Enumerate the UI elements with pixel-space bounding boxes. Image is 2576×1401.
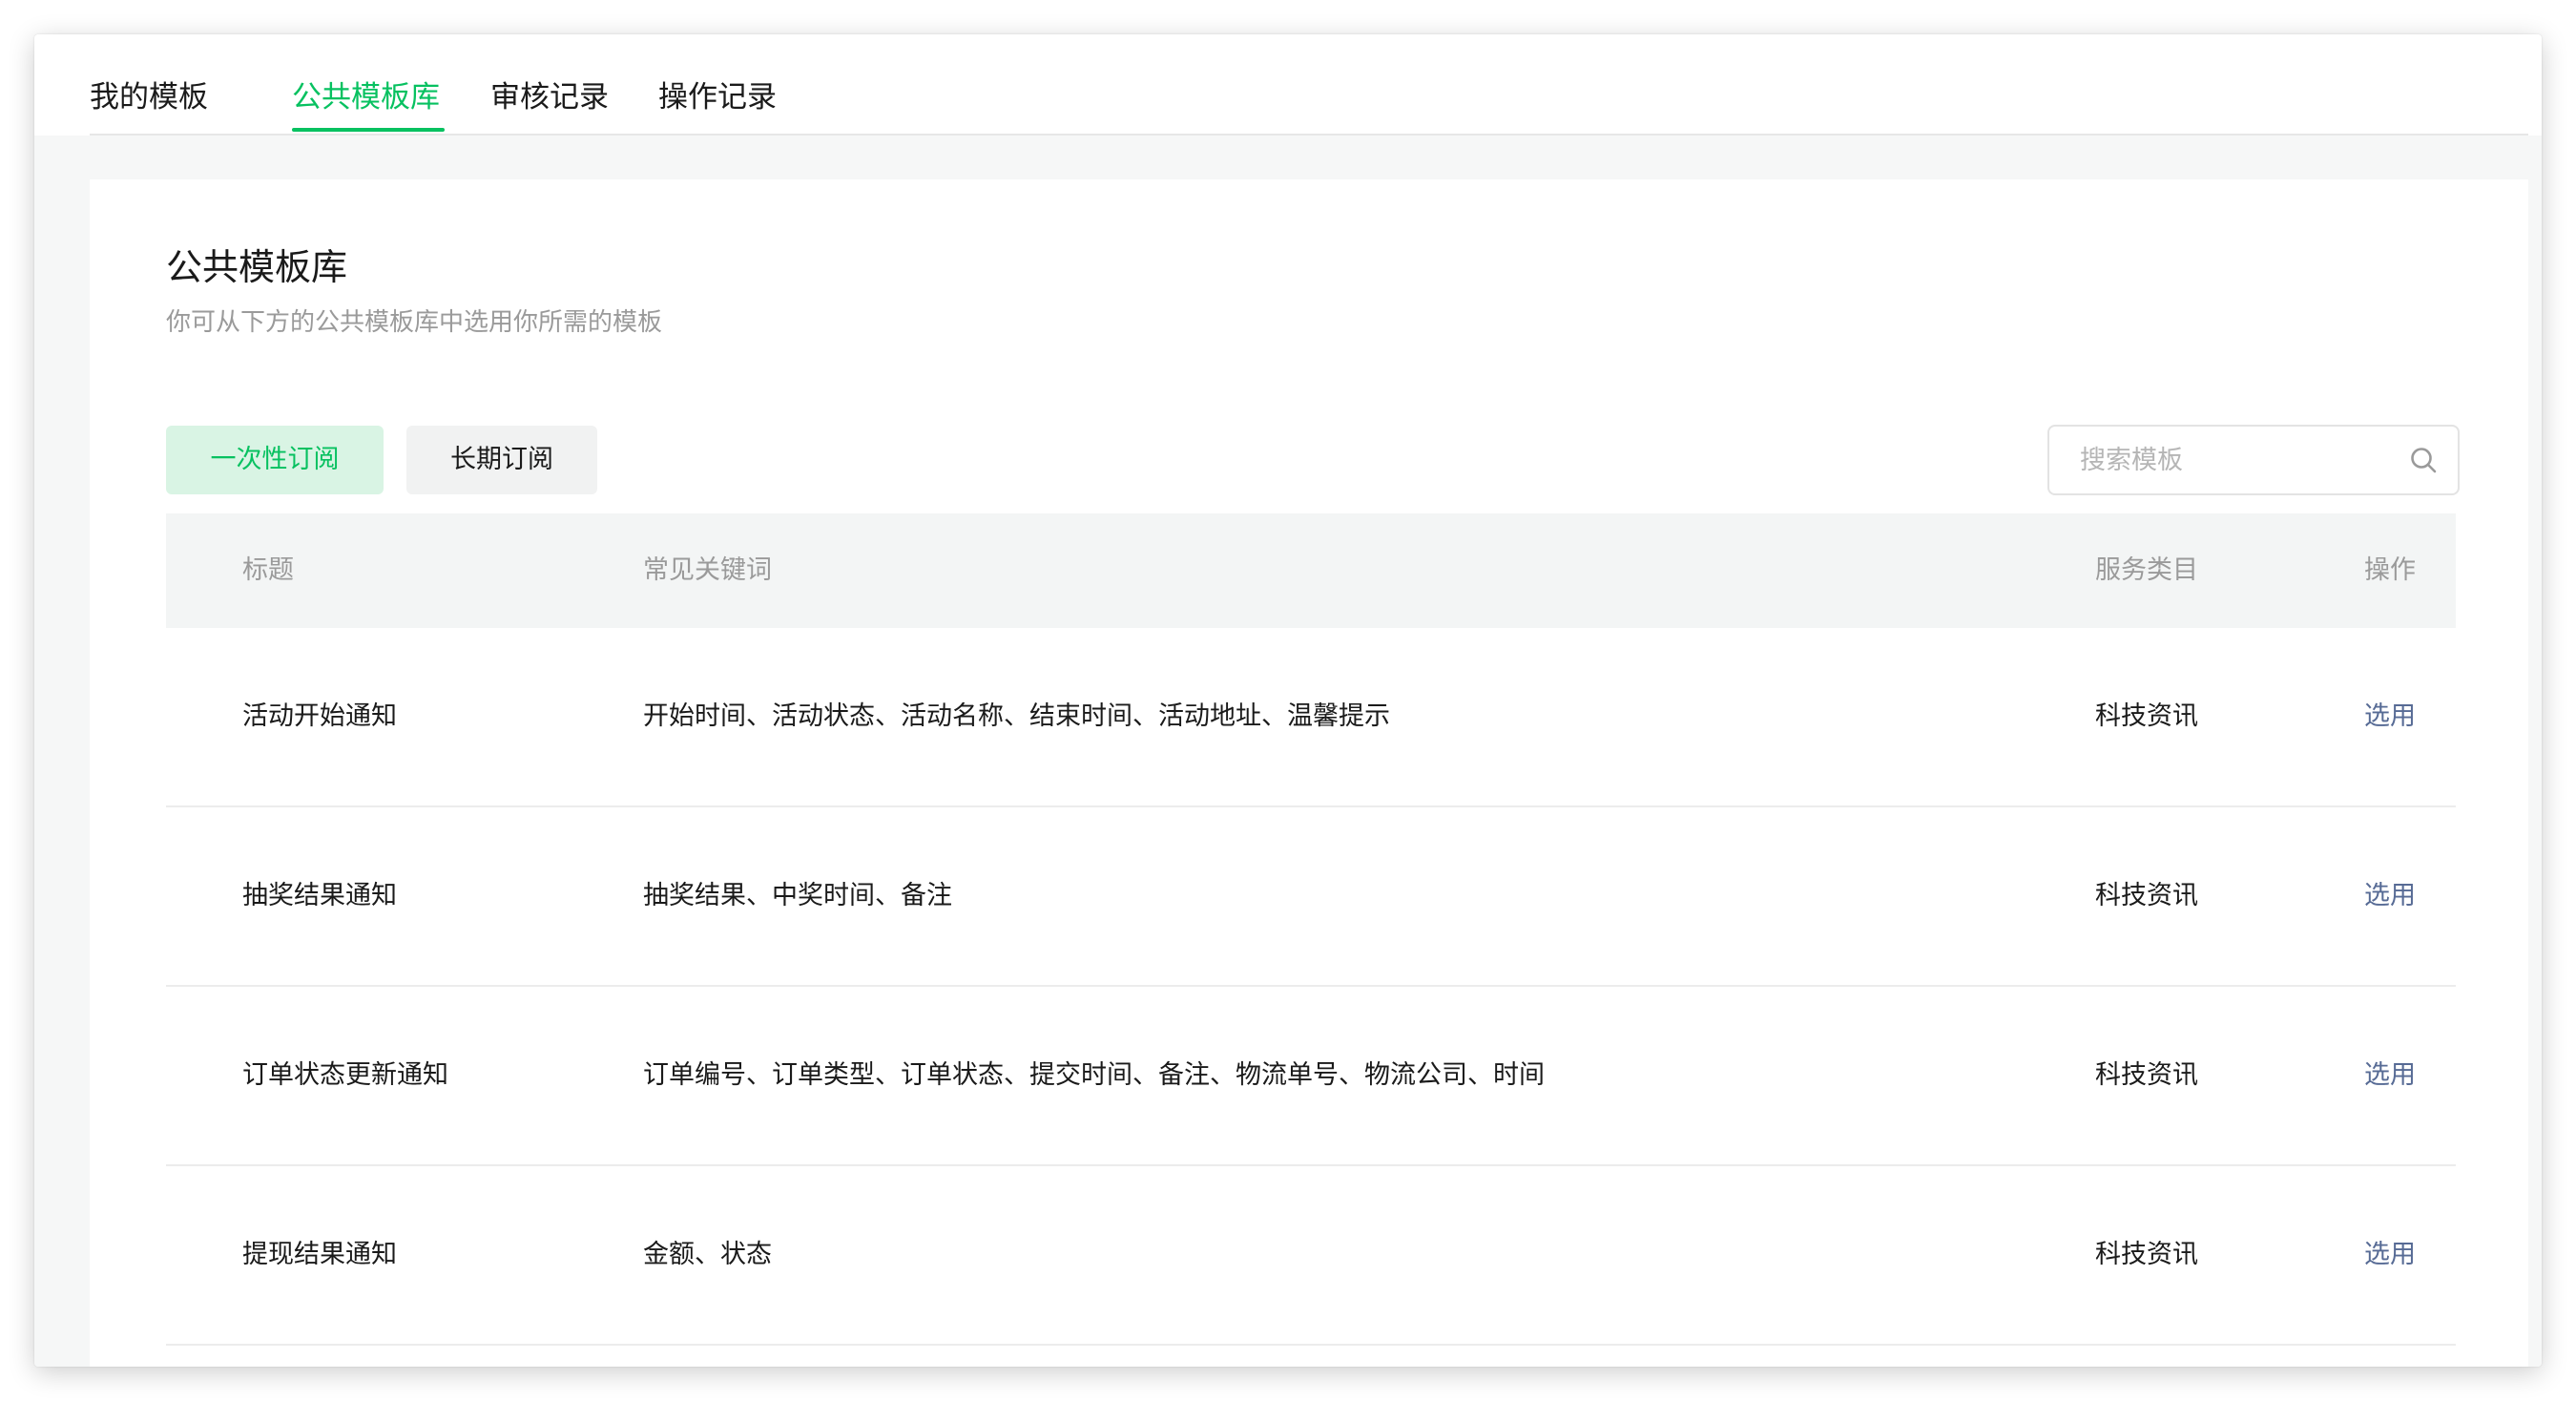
tab-review-records[interactable]: 审核记录 xyxy=(490,78,609,116)
tab-my-templates[interactable]: 我的模板 xyxy=(90,78,208,116)
tab-bar: 我的模板 公共模板库 审核记录 操作记录 xyxy=(90,34,2528,136)
table-row: 抽奖结果通知 抽奖结果、中奖时间、备注 科技资讯 选用 xyxy=(166,807,2456,987)
row-category: 科技资讯 xyxy=(2095,1060,2198,1090)
row-category: 科技资讯 xyxy=(2095,1240,2198,1269)
select-template-button[interactable]: 选用 xyxy=(2364,1166,2416,1344)
table-header: 标题 常见关键词 服务类目 操作 xyxy=(166,513,2456,628)
row-category: 科技资讯 xyxy=(2095,701,2198,731)
row-title: 活动开始通知 xyxy=(242,701,397,731)
library-panel: 公共模板库 你可从下方的公共模板库中选用你所需的模板 一次性订阅 长期订阅 标题… xyxy=(90,179,2528,1367)
row-title: 抽奖结果通知 xyxy=(242,881,397,910)
row-keywords: 订单编号、订单类型、订单状态、提交时间、备注、物流单号、物流公司、时间 xyxy=(643,1060,1545,1090)
tab-public-library[interactable]: 公共模板库 xyxy=(292,78,440,116)
header-category: 服务类目 xyxy=(2095,555,2198,585)
page-description: 你可从下方的公共模板库中选用你所需的模板 xyxy=(166,308,663,337)
select-template-button[interactable]: 选用 xyxy=(2364,628,2416,805)
app-window: 我的模板 公共模板库 审核记录 操作记录 公共模板库 你可从下方的公共模板库中选… xyxy=(34,34,2542,1367)
row-keywords: 抽奖结果、中奖时间、备注 xyxy=(643,881,952,910)
header-action: 操作 xyxy=(2364,555,2416,585)
tab-operation-records[interactable]: 操作记录 xyxy=(658,78,777,116)
one-time-subscription-button[interactable]: 一次性订阅 xyxy=(166,426,384,494)
table-row: 订单状态更新通知 订单编号、订单类型、订单状态、提交时间、备注、物流单号、物流公… xyxy=(166,987,2456,1166)
row-keywords: 金额、状态 xyxy=(643,1240,772,1269)
header-keywords: 常见关键词 xyxy=(643,555,772,585)
select-template-button[interactable]: 选用 xyxy=(2364,807,2416,985)
search-box xyxy=(2047,425,2460,495)
row-title: 提现结果通知 xyxy=(242,1240,397,1269)
search-input[interactable] xyxy=(2080,427,2385,493)
select-template-button[interactable]: 选用 xyxy=(2364,987,2416,1164)
search-icon[interactable] xyxy=(2408,445,2439,475)
table-row: 活动开始通知 开始时间、活动状态、活动名称、结束时间、活动地址、温馨提示 科技资… xyxy=(166,628,2456,807)
template-table-body: 活动开始通知 开始时间、活动状态、活动名称、结束时间、活动地址、温馨提示 科技资… xyxy=(166,628,2456,1346)
row-category: 科技资讯 xyxy=(2095,881,2198,910)
row-title: 订单状态更新通知 xyxy=(242,1060,448,1090)
row-keywords: 开始时间、活动状态、活动名称、结束时间、活动地址、温馨提示 xyxy=(643,701,1390,731)
table-row: 提现结果通知 金额、状态 科技资讯 选用 xyxy=(166,1166,2456,1346)
header-title: 标题 xyxy=(242,555,294,585)
active-tab-indicator xyxy=(292,128,445,132)
page-title: 公共模板库 xyxy=(166,246,348,288)
long-term-subscription-button[interactable]: 长期订阅 xyxy=(406,426,597,494)
